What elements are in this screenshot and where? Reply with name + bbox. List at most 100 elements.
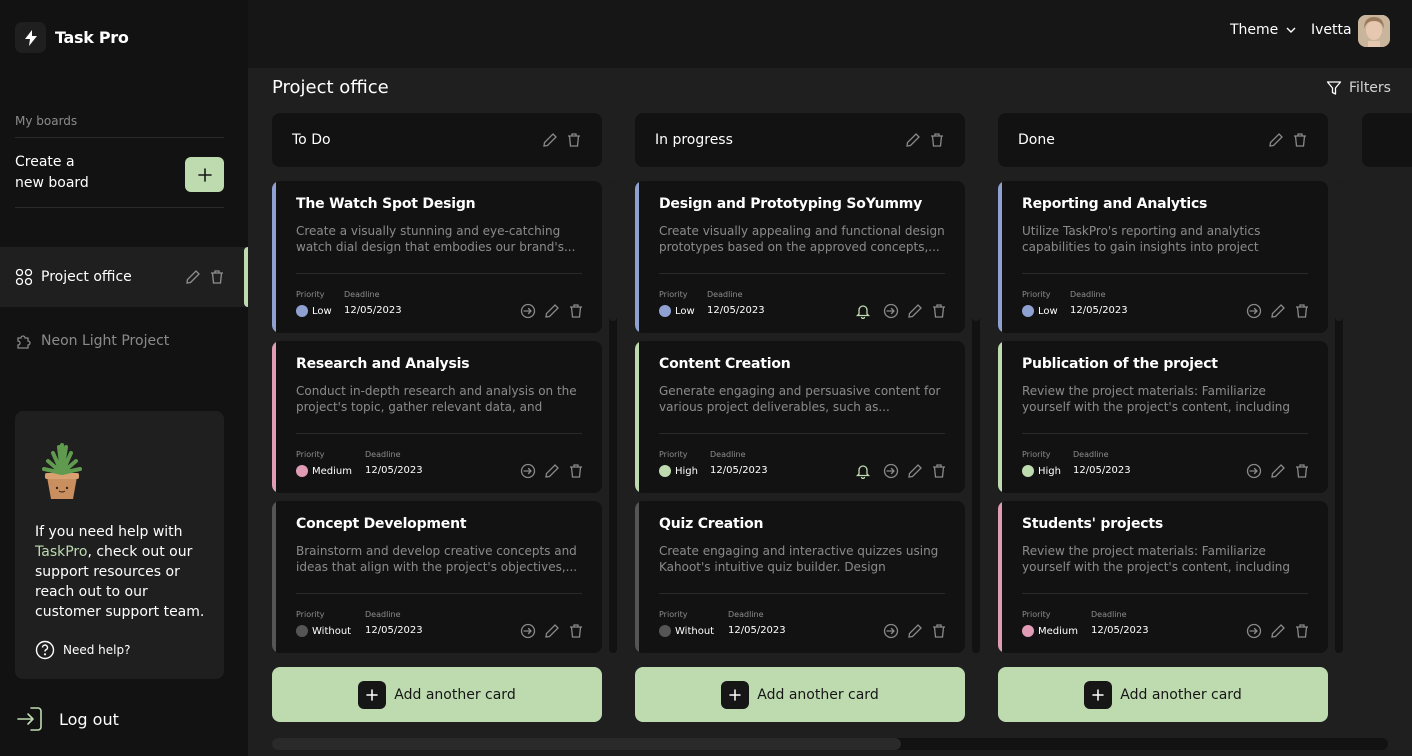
deadline-label: Deadline	[344, 290, 380, 299]
trash-icon[interactable]	[1294, 463, 1310, 479]
arrow-circle-right-icon[interactable]	[1246, 303, 1262, 319]
priority-label: Priority	[1022, 290, 1051, 299]
deadline-value: 12/05/2023	[344, 305, 402, 316]
column-title: In progress	[655, 132, 733, 148]
task-card[interactable]: Students' projects Review the project mat…	[998, 501, 1328, 653]
theme-dropdown[interactable]: Theme	[1230, 22, 1298, 38]
vertical-scrollbar[interactable]	[1335, 181, 1343, 653]
pencil-icon[interactable]	[185, 269, 201, 285]
sidebar-item-neon-light-project[interactable]: Neon Light Project	[0, 311, 248, 371]
bell-icon[interactable]	[851, 459, 875, 483]
divider	[1022, 593, 1308, 594]
task-card[interactable]: Concept Development Brainstorm and develo…	[272, 501, 602, 653]
trash-icon[interactable]	[566, 132, 582, 148]
pencil-icon[interactable]	[907, 303, 923, 319]
trash-icon[interactable]	[568, 463, 584, 479]
column-header: In progress	[635, 113, 965, 167]
divider	[296, 593, 582, 594]
card-actions	[1246, 623, 1310, 639]
trash-icon[interactable]	[931, 623, 947, 639]
task-card[interactable]: Design and Prototyping SoYummy Create vis…	[635, 181, 965, 333]
priority-dot	[659, 625, 671, 637]
trash-icon[interactable]	[568, 303, 584, 319]
vertical-scrollbar-thumb[interactable]	[609, 181, 617, 321]
vertical-scrollbar[interactable]	[609, 181, 617, 653]
task-card[interactable]: Content Creation Generate engaging and pe…	[635, 341, 965, 493]
priority-text: Low	[675, 305, 695, 317]
priority-stripe	[998, 341, 1002, 493]
need-help-button[interactable]: Need help?	[35, 640, 130, 660]
task-card[interactable]: The Watch Spot Design Create a visually s…	[272, 181, 602, 333]
arrow-circle-right-icon[interactable]	[883, 463, 899, 479]
arrow-circle-right-icon[interactable]	[1246, 463, 1262, 479]
card-title: Quiz Creation	[659, 516, 764, 532]
arrow-circle-right-icon[interactable]	[883, 623, 899, 639]
trash-icon[interactable]	[1294, 303, 1310, 319]
add-card-label: Add another card	[1120, 686, 1242, 703]
pencil-icon[interactable]	[905, 132, 921, 148]
pencil-icon[interactable]	[544, 623, 560, 639]
vertical-scrollbar[interactable]	[972, 181, 980, 653]
arrow-circle-right-icon[interactable]	[520, 623, 536, 639]
trash-icon[interactable]	[931, 463, 947, 479]
pencil-icon[interactable]	[1270, 623, 1286, 639]
avatar[interactable]	[1358, 15, 1390, 47]
task-card[interactable]: Reporting and Analytics Utilize TaskPro's…	[998, 181, 1328, 333]
deadline-value: 12/05/2023	[728, 625, 786, 636]
pencil-icon[interactable]	[907, 463, 923, 479]
horizontal-scrollbar-thumb[interactable]	[272, 738, 901, 750]
add-card-button[interactable]: Add another card	[998, 667, 1328, 722]
priority-dot	[659, 305, 671, 317]
priority-dot	[1022, 465, 1034, 477]
create-board-button[interactable]	[185, 157, 224, 192]
pencil-icon[interactable]	[907, 623, 923, 639]
question-circle-icon	[35, 640, 55, 660]
pencil-icon[interactable]	[1270, 303, 1286, 319]
trash-icon[interactable]	[1294, 623, 1310, 639]
trash-icon[interactable]	[931, 303, 947, 319]
card-description: Create a visually stunning and eye-catch…	[296, 224, 576, 254]
task-card[interactable]: Publication of the project Review the pro…	[998, 341, 1328, 493]
pencil-icon[interactable]	[542, 132, 558, 148]
filters-button[interactable]: Filters	[1326, 80, 1391, 96]
trash-icon[interactable]	[1292, 132, 1308, 148]
vertical-scrollbar-thumb[interactable]	[1335, 181, 1343, 321]
create-board-line-2: new board	[15, 175, 89, 191]
pencil-icon[interactable]	[544, 463, 560, 479]
priority-stripe	[272, 341, 276, 493]
arrow-circle-right-icon[interactable]	[1246, 623, 1262, 639]
card-description: Generate engaging and persuasive content…	[659, 384, 941, 414]
task-card[interactable]: Research and Analysis Conduct in-depth re…	[272, 341, 602, 493]
pencil-icon[interactable]	[1268, 132, 1284, 148]
priority-stripe	[272, 181, 276, 333]
trash-icon[interactable]	[929, 132, 945, 148]
pencil-icon[interactable]	[1270, 463, 1286, 479]
cactus-pot-illustration	[39, 443, 85, 501]
lightning-icon	[15, 22, 46, 53]
priority-stripe	[998, 501, 1002, 653]
logout-button[interactable]: Log out	[15, 704, 119, 734]
vertical-scrollbar-thumb[interactable]	[972, 181, 980, 321]
horizontal-scrollbar[interactable]	[272, 738, 1388, 750]
arrow-circle-right-icon[interactable]	[520, 303, 536, 319]
priority-stripe	[635, 181, 639, 333]
pencil-icon[interactable]	[544, 303, 560, 319]
priority-label: Priority	[659, 610, 688, 619]
priority-label: Priority	[659, 290, 688, 299]
arrow-circle-right-icon[interactable]	[883, 303, 899, 319]
bell-icon[interactable]	[851, 299, 875, 323]
trash-icon[interactable]	[209, 269, 225, 285]
trash-icon[interactable]	[568, 623, 584, 639]
add-card-button[interactable]: Add another card	[635, 667, 965, 722]
sidebar-item-project-office[interactable]: Project office	[0, 247, 248, 307]
sidebar-item-label: Neon Light Project	[41, 333, 170, 349]
help-text: If you need help with TaskPro, check out…	[35, 522, 210, 622]
arrow-circle-right-icon[interactable]	[520, 463, 536, 479]
task-card[interactable]: Quiz Creation Create engaging and interac…	[635, 501, 965, 653]
column-actions	[905, 132, 945, 148]
priority-dot	[296, 305, 308, 317]
user-name: Ivetta	[1311, 22, 1352, 38]
add-card-button[interactable]: Add another card	[272, 667, 602, 722]
deadline-value: 12/05/2023	[707, 305, 765, 316]
column-title: To Do	[292, 132, 331, 148]
